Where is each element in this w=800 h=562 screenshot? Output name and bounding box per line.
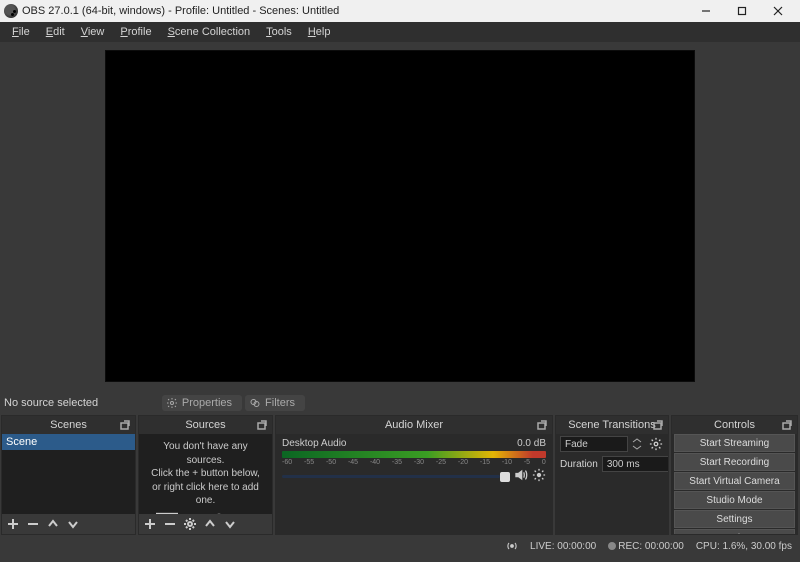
menu-scene-collection[interactable]: Scene Collection (160, 26, 259, 38)
controls-body: Start Streaming Start Recording Start Vi… (672, 434, 797, 534)
cpu-status: CPU: 1.6%, 30.00 fps (696, 541, 792, 552)
dock-scene-transitions: Scene Transitions Fade Duration (555, 415, 669, 535)
transition-settings-button[interactable] (648, 436, 664, 452)
source-settings-button[interactable] (183, 517, 197, 531)
popout-icon[interactable] (536, 419, 548, 431)
sources-list[interactable]: You don't have any sources. Click the + … (139, 434, 272, 514)
remove-source-button[interactable] (163, 517, 177, 531)
menu-view[interactable]: View (73, 26, 113, 38)
popout-icon[interactable] (119, 419, 131, 431)
gear-icon (166, 397, 178, 409)
mixer-body: Desktop Audio 0.0 dB -60-55-50-45-40-35-… (276, 434, 552, 534)
duration-input[interactable] (602, 456, 668, 472)
filters-icon (249, 397, 261, 409)
transition-dropdown-icon[interactable] (632, 438, 644, 450)
rec-status: REC: 00:00:00 (618, 541, 684, 552)
source-status-row: No source selected Properties Filters (0, 390, 800, 415)
display-source-icon (181, 512, 205, 515)
dock-head-mixer[interactable]: Audio Mixer (276, 416, 552, 434)
dock-controls: Controls Start Streaming Start Recording… (671, 415, 798, 535)
preview-canvas[interactable] (105, 50, 695, 382)
scene-up-button[interactable] (46, 517, 60, 531)
menu-edit[interactable]: Edit (38, 26, 73, 38)
popout-icon[interactable] (652, 419, 664, 431)
titlebar: OBS 27.0.1 (64-bit, windows) - Profile: … (0, 0, 800, 22)
image-source-icon (155, 512, 179, 515)
start-streaming-button[interactable]: Start Streaming (674, 434, 795, 452)
scenes-list[interactable]: Scene (2, 434, 135, 514)
mixer-slider-thumb[interactable] (500, 472, 510, 482)
menubar: File Edit View Profile Scene Collection … (0, 22, 800, 42)
source-down-button[interactable] (223, 517, 237, 531)
dock-head-scenes[interactable]: Scenes (2, 416, 135, 434)
dock-audio-mixer: Audio Mixer Desktop Audio 0.0 dB -60-55-… (275, 415, 553, 535)
exit-button[interactable]: Exit (674, 529, 795, 534)
preview-area (0, 42, 800, 390)
browser-source-icon (207, 512, 231, 515)
minimize-button[interactable] (688, 0, 724, 22)
sources-toolbar (139, 514, 272, 534)
no-source-label: No source selected (4, 397, 98, 409)
speaker-icon[interactable] (514, 468, 528, 485)
mixer-channel-name: Desktop Audio (282, 438, 347, 449)
mixer-channel: Desktop Audio 0.0 dB -60-55-50-45-40-35-… (276, 434, 552, 489)
menu-tools[interactable]: Tools (258, 26, 300, 38)
properties-button[interactable]: Properties (162, 395, 242, 411)
settings-button[interactable]: Settings (674, 510, 795, 528)
duration-label: Duration (560, 459, 598, 470)
dock-head-sources[interactable]: Sources (139, 416, 272, 434)
mixer-volume-slider[interactable] (282, 475, 500, 478)
window-title: OBS 27.0.1 (64-bit, windows) - Profile: … (22, 5, 688, 17)
scenes-toolbar (2, 514, 135, 534)
statusbar: LIVE: 00:00:00 REC: 00:00:00 CPU: 1.6%, … (0, 535, 800, 557)
filters-button[interactable]: Filters (245, 395, 305, 411)
popout-icon[interactable] (781, 419, 793, 431)
rec-dot-icon (608, 542, 616, 550)
dock-sources: Sources You don't have any sources. Clic… (138, 415, 273, 535)
studio-mode-button[interactable]: Studio Mode (674, 491, 795, 509)
menu-profile[interactable]: Profile (112, 26, 159, 38)
dock-head-transitions[interactable]: Scene Transitions (556, 416, 668, 434)
add-scene-button[interactable] (6, 517, 20, 531)
dock-head-controls[interactable]: Controls (672, 416, 797, 434)
start-recording-button[interactable]: Start Recording (674, 453, 795, 471)
mixer-ticks: -60-55-50-45-40-35-30-25-20-15-10-50 (282, 459, 546, 466)
broadcast-icon (506, 540, 518, 552)
popout-icon[interactable] (256, 419, 268, 431)
docks-row: Scenes Scene Sources You don't have any … (0, 415, 800, 535)
transition-select[interactable]: Fade (560, 436, 628, 452)
maximize-button[interactable] (724, 0, 760, 22)
source-up-button[interactable] (203, 517, 217, 531)
camera-source-icon (233, 512, 257, 515)
remove-scene-button[interactable] (26, 517, 40, 531)
live-status: LIVE: 00:00:00 (530, 541, 596, 552)
menu-file[interactable]: File (4, 26, 38, 38)
transitions-body: Fade Duration (556, 434, 668, 534)
obs-logo-icon (4, 4, 18, 18)
mixer-meter (282, 451, 546, 458)
scene-item[interactable]: Scene (2, 434, 135, 450)
close-button[interactable] (760, 0, 796, 22)
add-source-button[interactable] (143, 517, 157, 531)
scene-down-button[interactable] (66, 517, 80, 531)
sources-empty-text: You don't have any sources. Click the + … (139, 434, 272, 514)
start-virtual-camera-button[interactable]: Start Virtual Camera (674, 472, 795, 490)
dock-scenes: Scenes Scene (1, 415, 136, 535)
mixer-settings-button[interactable] (532, 468, 546, 485)
mixer-channel-db: 0.0 dB (517, 438, 546, 449)
menu-help[interactable]: Help (300, 26, 339, 38)
